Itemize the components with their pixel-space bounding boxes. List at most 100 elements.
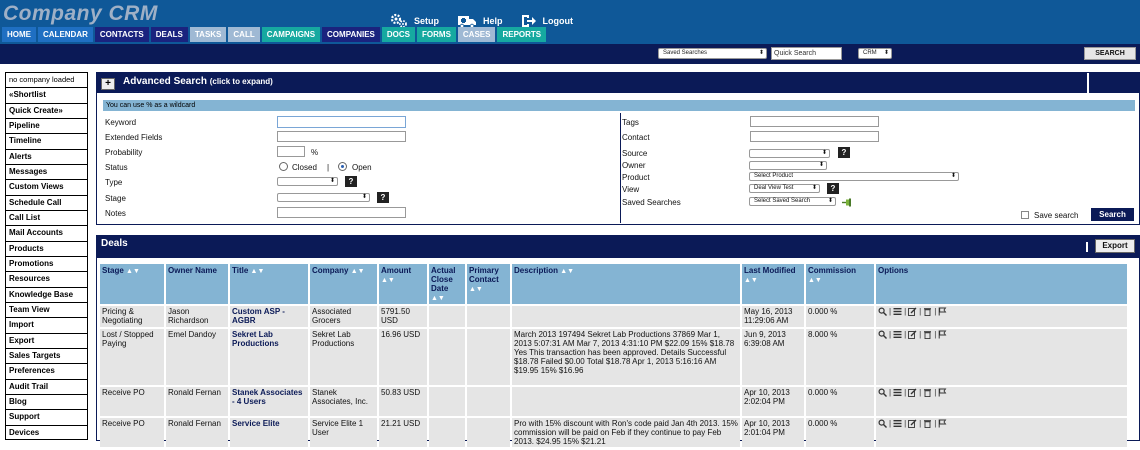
extended-fields-input[interactable] — [277, 131, 406, 142]
col-primary-contact[interactable]: Primary Contact ▲▼ — [467, 264, 510, 304]
sort-arrows-icon[interactable]: ▲▼ — [381, 277, 395, 284]
tab-companies[interactable]: COMPANIES — [322, 27, 380, 42]
col-title[interactable]: Title ▲▼ — [230, 264, 308, 304]
tags-input[interactable] — [750, 116, 879, 127]
tab-tasks[interactable]: TASKS — [189, 27, 227, 42]
tab-reports[interactable]: REPORTS — [497, 27, 547, 42]
stage-help-button[interactable]: ? — [377, 192, 389, 203]
tab-call[interactable]: CALL — [228, 27, 260, 42]
expand-button[interactable]: + — [101, 78, 115, 90]
search-icon[interactable] — [878, 419, 887, 428]
sidebar-item-pipeline[interactable]: Pipeline — [5, 117, 88, 134]
pin-icon[interactable] — [841, 198, 852, 207]
saved-search-select[interactable]: Select Saved Search ⬍ — [749, 197, 836, 206]
sidebar-item-import[interactable]: Import — [5, 317, 88, 333]
sidebar-item-quick-create[interactable]: Quick Create» — [5, 102, 88, 118]
cell-title-link[interactable]: Custom ASP - AGBR — [230, 306, 308, 327]
sidebar-item-promotions[interactable]: Promotions — [5, 255, 88, 272]
sidebar-item-timeline[interactable]: Timeline — [5, 133, 88, 149]
list-icon[interactable] — [893, 388, 902, 397]
sort-arrows-icon[interactable]: ▲▼ — [469, 286, 483, 293]
col-stage[interactable]: Stage ▲▼ — [100, 264, 164, 304]
cell-title-link[interactable]: Stanek Associates - 4 Users — [230, 387, 308, 416]
col-company[interactable]: Company ▲▼ — [310, 264, 377, 304]
sort-arrows-icon[interactable]: ▲▼ — [560, 268, 574, 275]
edit-icon[interactable] — [908, 330, 917, 339]
cell-title-link[interactable]: Service Elite — [230, 418, 308, 447]
tab-docs[interactable]: DOCS — [381, 27, 416, 42]
sidebar-item-blog[interactable]: Blog — [5, 393, 88, 410]
sidebar-item-shortlist[interactable]: «Shortlist — [5, 87, 88, 103]
table-row[interactable]: Pricing & Negotiating Jason Richardson C… — [100, 306, 1127, 327]
status-closed-radio[interactable] — [279, 162, 288, 171]
list-icon[interactable] — [893, 419, 902, 428]
flag-icon[interactable] — [938, 330, 947, 339]
trash-icon[interactable] — [923, 388, 932, 397]
sort-arrows-icon[interactable]: ▲▼ — [808, 277, 822, 284]
sidebar-item-support[interactable]: Support — [5, 409, 88, 425]
col-commission[interactable]: Commission ▲▼ — [806, 264, 874, 304]
tab-forms[interactable]: FORMS — [417, 27, 456, 42]
edit-icon[interactable] — [908, 388, 917, 397]
tab-cases[interactable]: CASES — [457, 27, 496, 42]
cell-title-link[interactable]: Sekret Lab Productions — [230, 329, 308, 385]
sidebar-item-knowledge-base[interactable]: Knowledge Base — [5, 286, 88, 302]
sort-arrows-icon[interactable]: ▲▼ — [431, 295, 445, 302]
app-logo[interactable]: Company CRM — [3, 2, 158, 26]
search-scope-select[interactable]: CRM ⬍ — [858, 48, 892, 59]
view-help-button[interactable]: ? — [827, 183, 839, 194]
sidebar-item-alerts[interactable]: Alerts — [5, 148, 88, 164]
sort-arrows-icon[interactable]: ▲▼ — [351, 268, 365, 275]
col-actual-close-date[interactable]: Actual Close Date ▲▼ — [429, 264, 465, 304]
sidebar-item-team-view[interactable]: Team View — [5, 301, 88, 318]
type-select[interactable]: ⬍ — [277, 177, 338, 186]
tab-contacts[interactable]: CONTACTS — [94, 27, 149, 42]
source-select[interactable]: ⬍ — [749, 149, 830, 158]
search-icon[interactable] — [878, 307, 887, 316]
help-link[interactable]: Help — [457, 14, 503, 28]
logout-link[interactable]: Logout — [521, 14, 573, 28]
search-icon[interactable] — [878, 388, 887, 397]
col-last-modified[interactable]: Last Modified ▲▼ — [742, 264, 804, 304]
tab-deals[interactable]: DEALS — [150, 27, 188, 42]
tab-home[interactable]: HOME — [2, 27, 36, 42]
sidebar-item-export[interactable]: Export — [5, 332, 88, 348]
col-owner-name[interactable]: Owner Name — [166, 264, 228, 304]
tab-campaigns[interactable]: CAMPAIGNS — [261, 27, 321, 42]
sort-arrows-icon[interactable]: ▲▼ — [251, 268, 265, 275]
sidebar-item-products[interactable]: Products — [5, 240, 88, 256]
export-button[interactable]: Export — [1095, 239, 1135, 253]
search-icon[interactable] — [878, 330, 887, 339]
contact-input[interactable] — [750, 131, 879, 142]
list-icon[interactable] — [893, 307, 902, 316]
col-description[interactable]: Description ▲▼ — [512, 264, 740, 304]
save-search-checkbox[interactable] — [1021, 211, 1029, 219]
sidebar-item-messages[interactable]: Messages — [5, 163, 88, 180]
trash-icon[interactable] — [923, 307, 932, 316]
product-select[interactable]: Select Product ⬍ — [749, 172, 959, 181]
sidebar-item-resources[interactable]: Resources — [5, 271, 88, 287]
sort-arrows-icon[interactable]: ▲▼ — [744, 277, 758, 284]
table-row[interactable]: Receive PO Ronald Fernan Stanek Associat… — [100, 387, 1127, 416]
table-row[interactable]: Lost / Stopped Paying Emel Dandoy Sekret… — [100, 329, 1127, 385]
status-open-radio[interactable] — [338, 162, 347, 171]
sidebar-item-preferences[interactable]: Preferences — [5, 363, 88, 379]
flag-icon[interactable] — [938, 388, 947, 397]
owner-select[interactable]: ⬍ — [749, 161, 827, 170]
sort-arrows-icon[interactable]: ▲▼ — [126, 268, 140, 275]
keyword-input[interactable] — [277, 116, 406, 128]
edit-icon[interactable] — [908, 307, 917, 316]
table-row[interactable]: Receive PO Ronald Fernan Service Elite S… — [100, 418, 1127, 447]
quick-search-input[interactable]: Quick Search — [771, 47, 842, 60]
probability-input[interactable] — [277, 146, 305, 157]
advanced-search-header[interactable]: + Advanced Search (click to expand) — [97, 73, 1139, 93]
sidebar-item-audit-trail[interactable]: Audit Trail — [5, 378, 88, 394]
edit-icon[interactable] — [908, 419, 917, 428]
sidebar-item-devices[interactable]: Devices — [5, 424, 88, 440]
col-amount[interactable]: Amount ▲▼ — [379, 264, 427, 304]
stage-select[interactable]: ⬍ — [277, 193, 370, 202]
trash-icon[interactable] — [923, 330, 932, 339]
view-select[interactable]: Deal View Test ⬍ — [749, 184, 820, 193]
tab-calendar[interactable]: CALENDAR — [38, 27, 93, 42]
sidebar-item-custom-views[interactable]: Custom Views — [5, 179, 88, 195]
